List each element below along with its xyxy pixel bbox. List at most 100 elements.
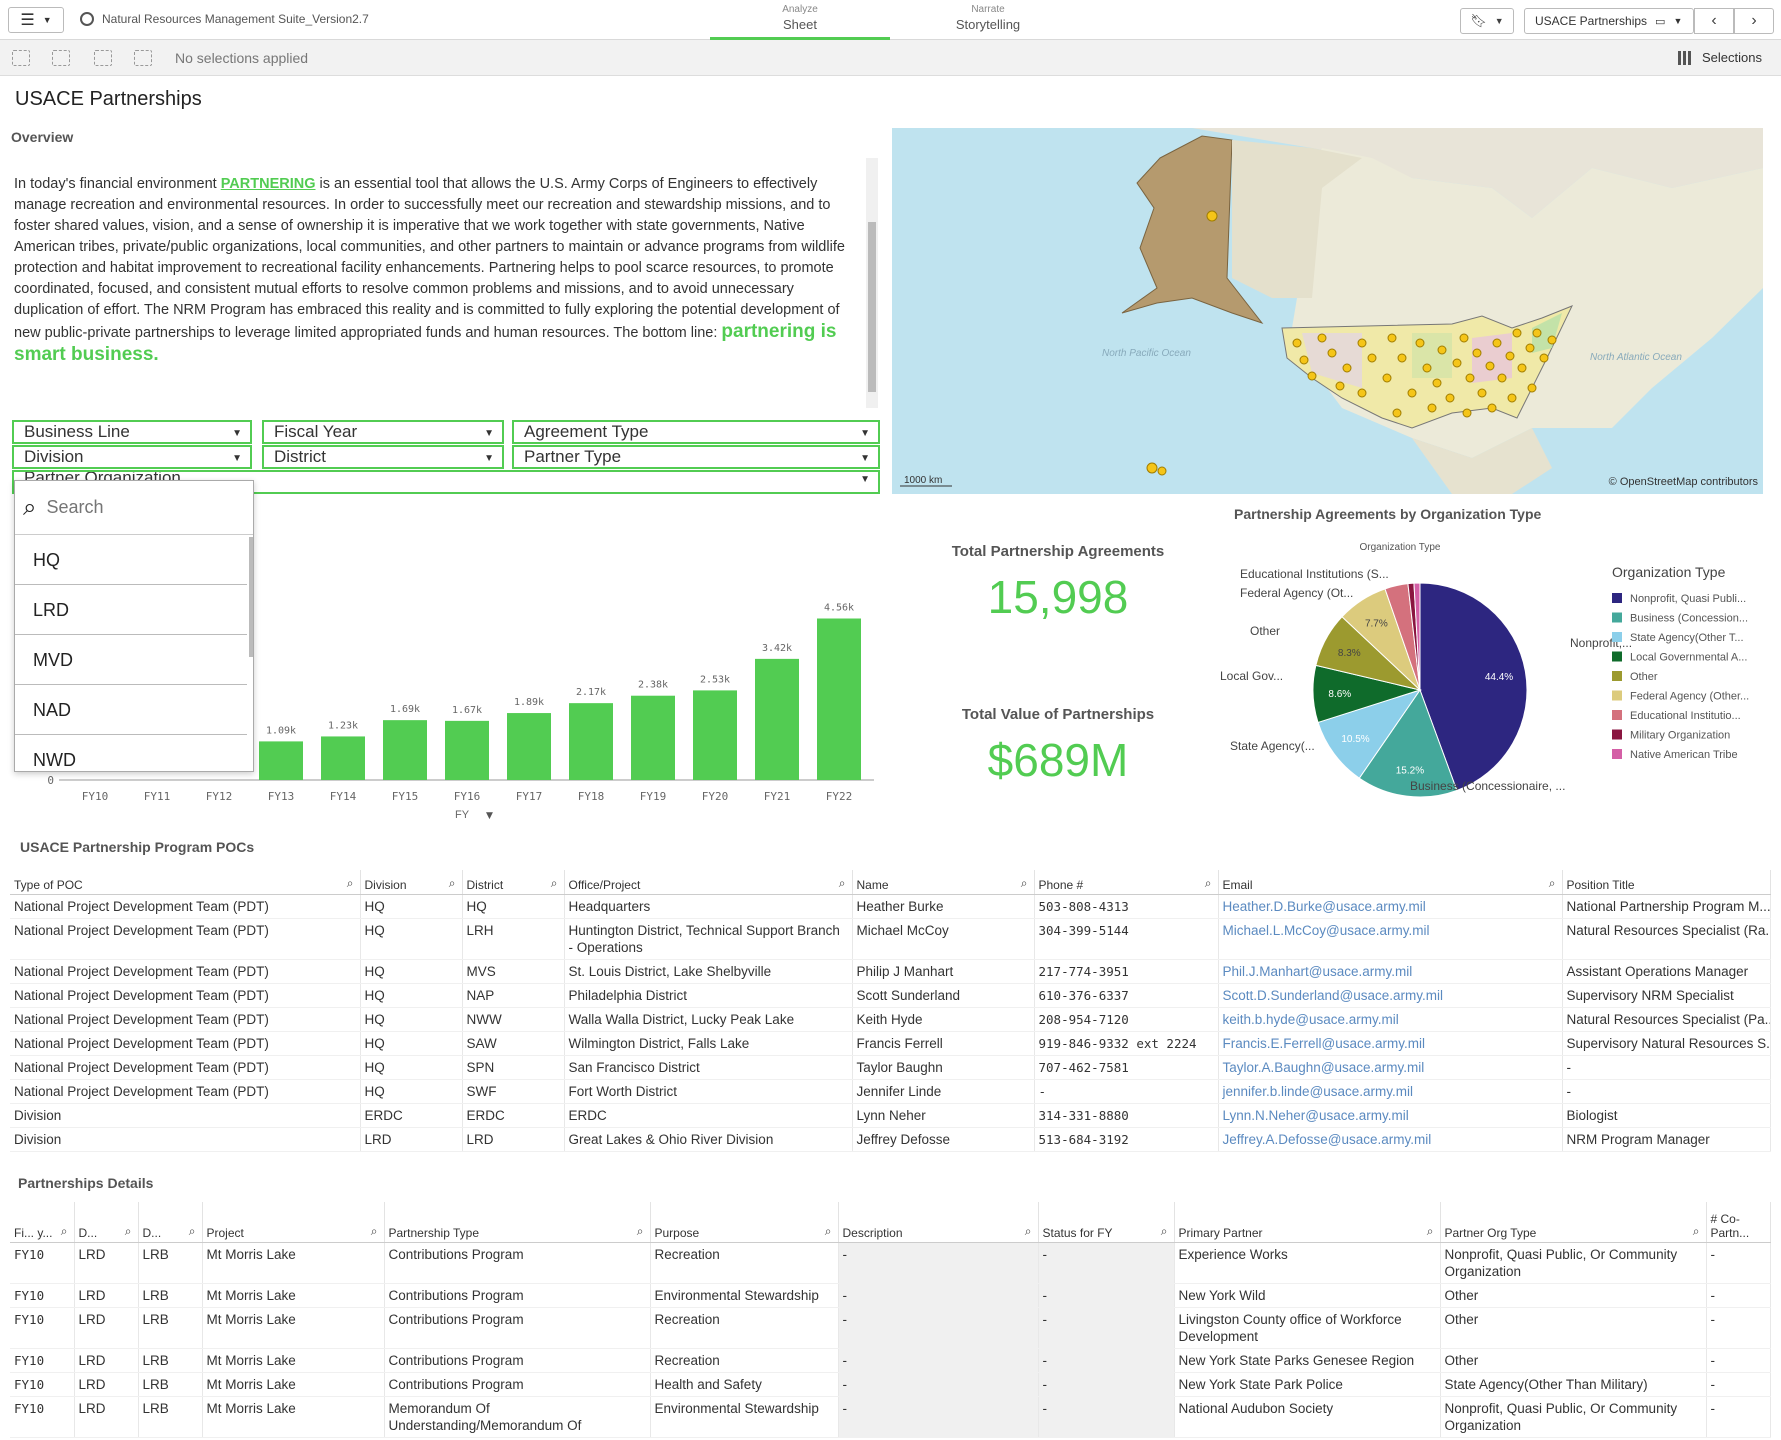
sheet-selector[interactable]: USACE Partnerships ▭ ▼ bbox=[1524, 8, 1694, 34]
bar-fy13[interactable] bbox=[259, 741, 303, 780]
column-search-icon[interactable]: ⌕ bbox=[637, 1224, 644, 1239]
table-row[interactable]: National Project Development Team (PDT) H… bbox=[10, 1055, 1771, 1080]
column-header[interactable]: Status for FY ⌕ bbox=[1038, 1202, 1175, 1243]
bar-fy22[interactable] bbox=[817, 618, 861, 781]
legend-swatch[interactable] bbox=[1612, 651, 1622, 662]
column-header[interactable]: D... ⌕ bbox=[74, 1202, 139, 1243]
legend-swatch[interactable] bbox=[1612, 690, 1622, 701]
selections-button[interactable]: Selections bbox=[1678, 50, 1762, 65]
column-header[interactable]: Description ⌕ bbox=[838, 1202, 1039, 1243]
bar-fy18[interactable] bbox=[569, 703, 613, 780]
table-cell[interactable]: jennifer.b.linde@usace.army.mil bbox=[1218, 1079, 1563, 1104]
table-row[interactable]: FY10 LRD LRB Mt Morris Lake Contributions Pr… bbox=[10, 1372, 1771, 1397]
column-header[interactable]: # Co-Partn... bbox=[1706, 1202, 1771, 1243]
table-row[interactable]: FY10 LRD LRB Mt Morris Lake Contributions Pr… bbox=[10, 1348, 1771, 1373]
bookmark-button[interactable]: 🔖︎ ▼ bbox=[1460, 8, 1514, 34]
filter-agreement-type[interactable]: Agreement Type bbox=[512, 420, 880, 444]
table-row[interactable]: National Project Development Team (PDT) H… bbox=[10, 918, 1771, 960]
column-search-icon[interactable]: ⌕ bbox=[371, 1224, 378, 1239]
bar-fy15[interactable] bbox=[383, 720, 427, 780]
map-canvas[interactable]: North Pacific Ocean North Atlantic Ocean… bbox=[892, 128, 1763, 494]
column-header[interactable]: D... ⌕ bbox=[138, 1202, 203, 1243]
table-row[interactable]: FY10 LRD LRB Mt Morris Lake Contributions Pr… bbox=[10, 1283, 1771, 1308]
table-row[interactable]: Division ERDC ERDC ERDC Lynn Neher 314-331-88… bbox=[10, 1103, 1771, 1128]
dropdown-item-hq[interactable]: HQ bbox=[15, 535, 247, 585]
legend-item-label[interactable]: Federal Agency (Other... bbox=[1630, 691, 1749, 703]
map-attribution[interactable]: © OpenStreetMap contributors bbox=[1609, 476, 1759, 488]
filter-business-line[interactable]: Business Line bbox=[12, 420, 252, 444]
legend-item-label[interactable]: Business (Concession... bbox=[1630, 613, 1748, 625]
bar-fy16[interactable] bbox=[445, 720, 489, 780]
legend-swatch[interactable] bbox=[1612, 749, 1622, 759]
column-search-icon[interactable]: ⌕ bbox=[61, 1224, 68, 1239]
legend-swatch[interactable] bbox=[1612, 632, 1622, 642]
filter-district[interactable]: District bbox=[262, 445, 504, 469]
column-search-icon[interactable]: ⌕ bbox=[1549, 876, 1556, 891]
division-dropdown-list[interactable]: ⌕ HQ LRD MVD NAD NWD bbox=[14, 480, 254, 772]
column-search-icon[interactable]: ⌕ bbox=[825, 1224, 832, 1239]
table-row[interactable]: National Project Development Team (PDT) H… bbox=[10, 1007, 1771, 1032]
legend-item-label[interactable]: Native American Tribe bbox=[1630, 749, 1738, 761]
column-search-icon[interactable]: ⌕ bbox=[1161, 1224, 1168, 1239]
bar-fy14[interactable] bbox=[321, 736, 365, 780]
table-row[interactable]: FY10 LRD LRB Mt Morris Lake Memorandum Of Un… bbox=[10, 1396, 1771, 1438]
partnership-map[interactable]: North Pacific Ocean North Atlantic Ocean… bbox=[892, 128, 1763, 494]
column-header[interactable]: Name ⌕ bbox=[852, 870, 1035, 895]
table-cell[interactable]: keith.b.hyde@usace.army.mil bbox=[1218, 1007, 1563, 1032]
filter-fiscal-year[interactable]: Fiscal Year bbox=[262, 420, 504, 444]
tab-narrate-storytelling[interactable]: Narrate Storytelling bbox=[898, 4, 1078, 40]
column-header[interactable]: Partner Org Type ⌕ bbox=[1440, 1202, 1707, 1243]
dropdown-item-nad[interactable]: NAD bbox=[15, 685, 247, 735]
column-header[interactable]: Partnership Type ⌕ bbox=[384, 1202, 651, 1243]
table-cell[interactable]: Taylor.A.Baughn@usace.army.mil bbox=[1218, 1055, 1563, 1080]
table-row[interactable]: Division LRD LRD Great Lakes & Ohio River D… bbox=[10, 1127, 1771, 1152]
table-cell[interactable]: Lynn.N.Neher@usace.army.mil bbox=[1218, 1103, 1563, 1128]
legend-item-label[interactable]: Educational Institutio... bbox=[1630, 710, 1741, 722]
table-row[interactable]: National Project Development Team (PDT) H… bbox=[10, 959, 1771, 984]
legend-swatch[interactable] bbox=[1612, 612, 1622, 623]
tab-analyze-sheet[interactable]: Analyze Sheet bbox=[710, 4, 890, 40]
filter-division[interactable]: Division bbox=[12, 445, 252, 469]
table-row[interactable]: National Project Development Team (PDT) H… bbox=[10, 983, 1771, 1008]
column-header[interactable]: Project ⌕ bbox=[202, 1202, 385, 1243]
app-title[interactable]: Natural Resources Management Suite_Versi… bbox=[80, 12, 369, 26]
legend-item-label[interactable]: Military Organization bbox=[1630, 730, 1730, 742]
legend-item-label[interactable]: State Agency(Other T... bbox=[1630, 632, 1744, 644]
legend-swatch[interactable] bbox=[1612, 671, 1622, 681]
column-search-icon[interactable]: ⌕ bbox=[125, 1224, 132, 1239]
bar-fy21[interactable] bbox=[755, 658, 799, 780]
table-row[interactable]: National Project Development Team (PDT) H… bbox=[10, 1031, 1771, 1056]
legend-swatch[interactable] bbox=[1612, 593, 1622, 603]
column-search-icon[interactable]: ⌕ bbox=[189, 1224, 196, 1239]
next-sheet-button[interactable]: › bbox=[1734, 8, 1774, 34]
dropdown-item-mvd[interactable]: MVD bbox=[15, 635, 247, 685]
legend-swatch[interactable] bbox=[1612, 710, 1622, 720]
column-search-icon[interactable]: ⌕ bbox=[1693, 1224, 1700, 1239]
column-search-icon[interactable]: ⌕ bbox=[551, 876, 558, 891]
bar-fy19[interactable] bbox=[631, 695, 675, 780]
column-header[interactable]: Fi... y... ⌕ bbox=[10, 1202, 75, 1243]
step-back-icon[interactable] bbox=[52, 50, 70, 66]
clear-selections-icon[interactable] bbox=[134, 50, 152, 66]
column-header[interactable]: Purpose ⌕ bbox=[650, 1202, 839, 1243]
column-header[interactable]: Primary Partner ⌕ bbox=[1174, 1202, 1441, 1243]
dropdown-item-nwd[interactable]: NWD bbox=[15, 735, 247, 771]
column-search-icon[interactable]: ⌕ bbox=[1427, 1224, 1434, 1239]
table-row[interactable]: FY10 LRD LRB Mt Morris Lake Contributions Pr… bbox=[10, 1242, 1771, 1284]
dropdown-scrollbar[interactable] bbox=[249, 537, 253, 657]
legend-item-label[interactable]: Other bbox=[1630, 671, 1658, 683]
smart-search-icon[interactable] bbox=[12, 50, 30, 66]
partnering-link[interactable]: PARTNERING bbox=[221, 176, 316, 192]
table-cell[interactable]: Scott.D.Sunderland@usace.army.mil bbox=[1218, 983, 1563, 1008]
table-cell[interactable]: Jeffrey.A.Defosse@usace.army.mil bbox=[1218, 1127, 1563, 1152]
column-header[interactable]: Type of POC ⌕ bbox=[10, 870, 361, 895]
dropdown-search-input[interactable] bbox=[46, 497, 217, 518]
table-cell[interactable]: Michael.L.McCoy@usace.army.mil bbox=[1218, 918, 1563, 960]
column-header[interactable]: Email ⌕ bbox=[1218, 870, 1563, 895]
column-header[interactable]: Division ⌕ bbox=[360, 870, 463, 895]
column-search-icon[interactable]: ⌕ bbox=[1025, 1224, 1032, 1239]
column-header[interactable]: Position Title bbox=[1562, 870, 1771, 895]
dropdown-item-lrd[interactable]: LRD bbox=[15, 585, 247, 635]
table-row[interactable]: National Project Development Team (PDT) H… bbox=[10, 1079, 1771, 1104]
table-cell[interactable]: Heather.D.Burke@usace.army.mil bbox=[1218, 894, 1563, 919]
